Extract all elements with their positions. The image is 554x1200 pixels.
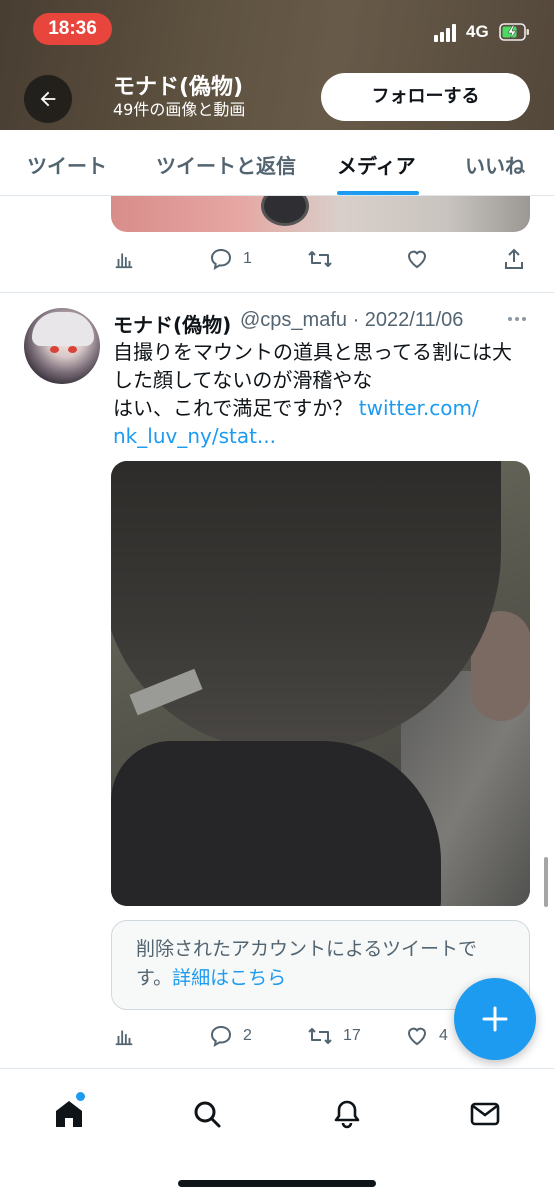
tweet-author-name[interactable]: モナド(偽物) <box>113 309 231 338</box>
like-button[interactable] <box>405 244 429 274</box>
home-indicator[interactable] <box>178 1180 376 1187</box>
avatar[interactable] <box>24 308 100 384</box>
reply-button[interactable]: 2 <box>209 1021 252 1051</box>
signal-icon <box>434 24 460 42</box>
compose-tweet-button[interactable] <box>454 978 536 1060</box>
profile-header: 18:36 4G モナド(偽物) 49件の画像と動画 フォローする <box>0 0 554 130</box>
retweet-button[interactable] <box>307 244 333 274</box>
nav-home[interactable] <box>52 1097 86 1131</box>
network-label: 4G <box>466 22 489 41</box>
camera-lens <box>261 196 309 226</box>
nav-notifications[interactable] <box>330 1097 364 1131</box>
active-tab-indicator <box>337 191 419 195</box>
profile-tabs: ツイート ツイートと返信 メディア いいね <box>0 130 554 196</box>
scrollbar-thumb[interactable] <box>544 857 548 907</box>
tab-media[interactable]: メディア <box>337 150 416 179</box>
tab-likes[interactable]: いいね <box>465 150 525 179</box>
more-icon[interactable] <box>505 309 529 329</box>
nav-search[interactable] <box>190 1097 224 1131</box>
previous-tweet-actions: 1 <box>111 244 531 274</box>
share-icon <box>505 248 523 269</box>
status-time: 18:36 <box>33 13 112 45</box>
back-arrow-icon <box>40 91 56 107</box>
notifications-icon <box>334 1100 360 1129</box>
follow-button[interactable]: フォローする <box>321 73 530 121</box>
back-button[interactable] <box>24 75 72 123</box>
reply-count: 1 <box>243 250 252 267</box>
analytics-button[interactable] <box>113 1021 135 1051</box>
like-icon <box>407 1027 427 1046</box>
reply-button[interactable]: 1 <box>209 244 252 274</box>
home-icon <box>56 1101 82 1127</box>
share-button[interactable] <box>503 244 525 274</box>
like-button[interactable]: 4 <box>405 1021 448 1051</box>
details-link[interactable]: 詳細はこちら <box>172 967 286 989</box>
analytics-icon <box>115 253 133 269</box>
battery-icon <box>499 23 529 41</box>
tweet-text: 自撮りをマウントの道具と思ってる割には大 した顔してないのが滑稽やな はい、これ… <box>113 338 533 450</box>
tweet-media-image[interactable] <box>111 461 530 906</box>
reply-icon <box>210 1025 232 1047</box>
messages-icon <box>470 1102 500 1126</box>
tweet-handle-date[interactable]: @cps_mafu · 2022/11/06 <box>240 309 463 332</box>
retweet-count: 17 <box>343 1027 361 1044</box>
status-bar: 18:36 4G <box>0 0 554 60</box>
profile-media-count: 49件の画像と動画 <box>113 100 246 119</box>
reply-count: 2 <box>243 1027 252 1044</box>
like-count: 4 <box>439 1027 448 1044</box>
tweet-text-line: はい、これで満足ですか？ <box>113 396 359 420</box>
search-icon <box>194 1101 221 1128</box>
analytics-icon <box>115 1030 133 1046</box>
tweet-text-line: した顔してないのが滑稽やな <box>113 368 373 392</box>
retweet-button[interactable]: 17 <box>307 1021 361 1051</box>
tab-tweets-and-replies[interactable]: ツイートと返信 <box>156 150 296 179</box>
retweet-icon <box>308 251 332 267</box>
tweet-text-line: 自撮りをマウントの道具と思ってる割には大 <box>113 340 512 364</box>
header-nav: モナド(偽物) 49件の画像と動画 フォローする <box>0 60 554 130</box>
analytics-button[interactable] <box>113 244 135 274</box>
tweet-divider <box>0 292 554 293</box>
retweet-icon <box>308 1028 332 1044</box>
tweet-link[interactable]: twitter.com/ <box>359 396 479 420</box>
previous-tweet-media[interactable] <box>111 196 530 232</box>
tweet-link[interactable]: nk_luv_ny/stat... <box>113 422 533 450</box>
home-notification-dot <box>76 1092 85 1101</box>
nav-messages[interactable] <box>468 1097 502 1131</box>
like-icon <box>407 250 427 269</box>
compose-plus-icon <box>482 1006 508 1032</box>
tab-tweets[interactable]: ツイート <box>27 150 107 179</box>
reply-icon <box>210 248 232 270</box>
